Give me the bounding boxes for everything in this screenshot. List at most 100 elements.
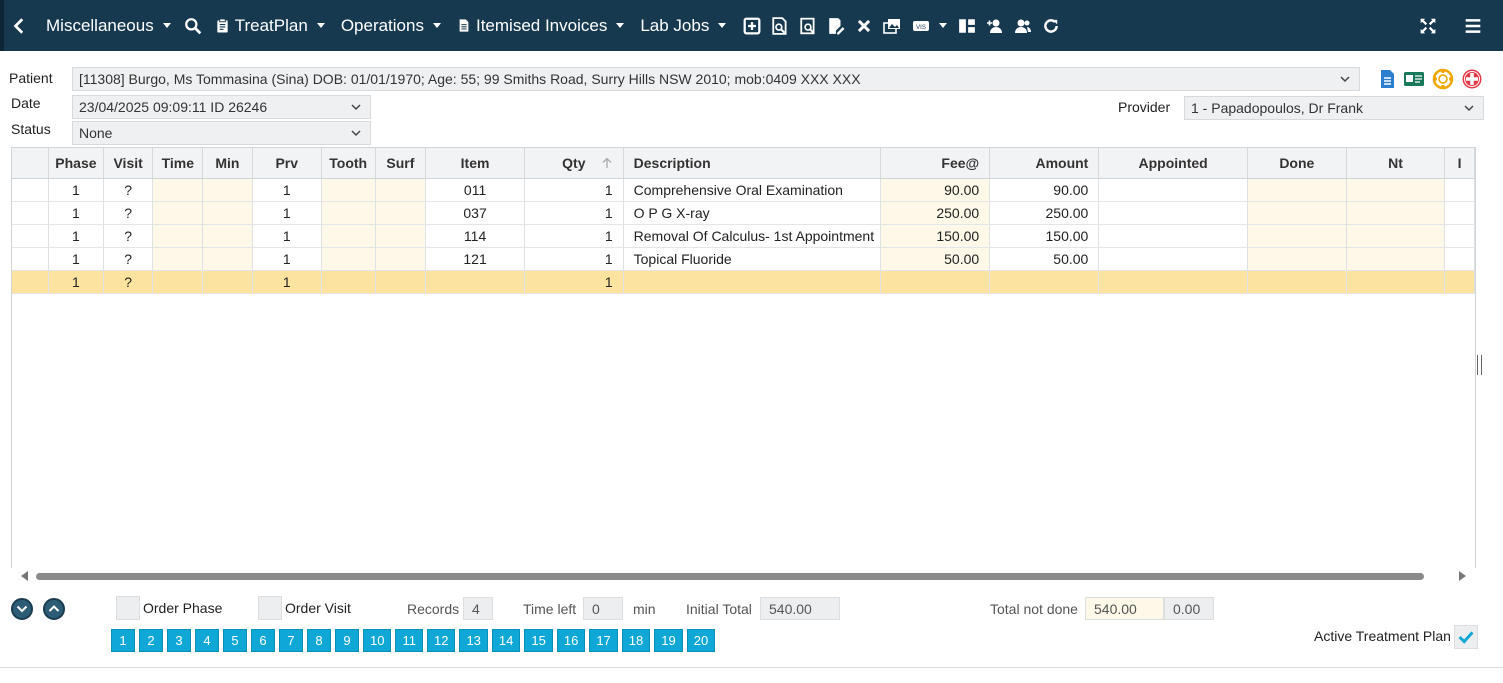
cell-time[interactable] — [152, 270, 204, 294]
fullscreen-icon[interactable] — [1414, 0, 1442, 51]
col-header-nt[interactable]: Nt — [1346, 148, 1446, 179]
col-header-surf[interactable]: Surf — [375, 148, 427, 179]
col-header-select[interactable] — [12, 148, 50, 179]
col-header-amount[interactable]: Amount — [989, 148, 1100, 179]
col-header-phase[interactable]: Phase — [48, 148, 104, 179]
layout-icon[interactable] — [953, 0, 981, 51]
status-select[interactable]: None — [72, 121, 371, 145]
menu-itemised-invoices[interactable]: Itemised Invoices — [449, 0, 632, 51]
cell-tooth[interactable] — [321, 178, 376, 202]
table-row[interactable]: 1 ? 1 121 1 Topical Fluoride 50.00 50.00 — [12, 247, 1475, 271]
page-button-5[interactable]: 5 — [223, 629, 247, 652]
cell-done[interactable] — [1247, 178, 1347, 202]
cell-surf[interactable] — [375, 247, 427, 271]
cell-i[interactable] — [1444, 201, 1475, 225]
cell-description[interactable]: O P G X-ray — [623, 201, 882, 225]
scrollbar-thumb[interactable] — [36, 573, 1424, 580]
cell-amount[interactable]: 150.00 — [989, 224, 1100, 248]
cell-appointed[interactable] — [1098, 201, 1248, 225]
cell-done[interactable] — [1247, 224, 1347, 248]
cell-i[interactable] — [1444, 178, 1475, 202]
cell-min[interactable] — [202, 270, 253, 294]
cell-select[interactable] — [12, 270, 50, 294]
cell-i[interactable] — [1444, 270, 1475, 294]
cell-appointed[interactable] — [1098, 270, 1248, 294]
page-button-14[interactable]: 14 — [491, 629, 521, 652]
table-row-selected[interactable]: 1 ? 1 1 — [12, 270, 1475, 294]
cell-nt[interactable] — [1346, 247, 1446, 271]
cell-item[interactable]: 114 — [425, 224, 525, 248]
cell-time[interactable] — [152, 224, 204, 248]
page-button-12[interactable]: 12 — [426, 629, 456, 652]
order-phase-checkbox[interactable] — [116, 596, 140, 620]
col-header-prv[interactable]: Prv — [252, 148, 322, 179]
cell-min[interactable] — [202, 224, 253, 248]
cell-phase[interactable]: 1 — [48, 178, 104, 202]
page-button-9[interactable]: 9 — [335, 629, 359, 652]
table-row[interactable]: 1 ? 1 037 1 O P G X-ray 250.00 250.00 — [12, 201, 1475, 225]
horizontal-scrollbar[interactable] — [11, 568, 1476, 584]
page-button-13[interactable]: 13 — [459, 629, 488, 652]
cell-amount[interactable] — [989, 270, 1100, 294]
col-header-description[interactable]: Description — [623, 148, 882, 179]
col-header-appointed[interactable]: Appointed — [1098, 148, 1248, 179]
id-card-icon[interactable] — [1403, 68, 1425, 90]
cell-time[interactable] — [152, 201, 204, 225]
cell-time[interactable] — [152, 178, 204, 202]
cell-i[interactable] — [1444, 224, 1475, 248]
scroll-left-icon[interactable] — [21, 571, 29, 581]
cell-fee[interactable]: 90.00 — [880, 178, 991, 202]
page-button-6[interactable]: 6 — [251, 629, 275, 652]
user-add-icon[interactable] — [981, 0, 1009, 51]
cell-visit[interactable]: ? — [103, 270, 154, 294]
cell-done[interactable] — [1247, 201, 1347, 225]
cell-description[interactable]: Removal Of Calculus- 1st Appointment — [623, 224, 882, 248]
cell-nt[interactable] — [1346, 178, 1446, 202]
cell-tooth[interactable] — [321, 270, 376, 294]
cell-item[interactable]: 011 — [425, 178, 525, 202]
cell-fee[interactable]: 50.00 — [880, 247, 991, 271]
cell-qty[interactable]: 1 — [524, 201, 624, 225]
cell-select[interactable] — [12, 201, 50, 225]
page-button-19[interactable]: 19 — [654, 629, 683, 652]
order-visit-checkbox[interactable] — [258, 596, 282, 620]
cell-select[interactable] — [12, 178, 50, 202]
col-header-qty[interactable]: Qty — [524, 148, 624, 179]
cell-phase[interactable]: 1 — [48, 270, 104, 294]
cell-min[interactable] — [202, 178, 253, 202]
scroll-right-icon[interactable] — [1458, 571, 1466, 581]
cell-done[interactable] — [1247, 247, 1347, 271]
page-button-7[interactable]: 7 — [279, 629, 303, 652]
search-icon[interactable] — [179, 0, 207, 51]
cell-select[interactable] — [12, 224, 50, 248]
collapse-up-button[interactable] — [43, 598, 65, 620]
col-header-item[interactable]: Item — [425, 148, 525, 179]
cell-appointed[interactable] — [1098, 224, 1248, 248]
cell-item[interactable]: 121 — [425, 247, 525, 271]
cell-phase[interactable]: 1 — [48, 224, 104, 248]
col-header-time[interactable]: Time — [152, 148, 204, 179]
cell-fee[interactable] — [880, 270, 991, 294]
active-plan-checkbox[interactable] — [1454, 625, 1478, 649]
cell-description[interactable]: Topical Fluoride — [623, 247, 882, 271]
medical-alert-icon[interactable] — [1461, 68, 1483, 90]
cell-nt[interactable] — [1346, 270, 1446, 294]
cell-amount[interactable]: 50.00 — [989, 247, 1100, 271]
page-button-15[interactable]: 15 — [524, 629, 553, 652]
cell-nt[interactable] — [1346, 201, 1446, 225]
refresh-icon[interactable] — [1037, 0, 1065, 51]
cell-description[interactable]: Comprehensive Oral Examination — [623, 178, 882, 202]
images-icon[interactable] — [878, 0, 906, 51]
cell-visit[interactable]: ? — [103, 201, 154, 225]
document-icon[interactable] — [1376, 68, 1398, 90]
hamburger-menu-icon[interactable] — [1459, 0, 1487, 51]
page-button-11[interactable]: 11 — [395, 629, 423, 652]
cell-visit[interactable]: ? — [103, 224, 154, 248]
splitter-handle[interactable] — [1477, 355, 1482, 375]
cell-amount[interactable]: 90.00 — [989, 178, 1100, 202]
cell-surf[interactable] — [375, 201, 427, 225]
menu-lab-jobs[interactable]: Lab Jobs — [632, 0, 734, 51]
cell-item[interactable] — [425, 270, 525, 294]
cell-surf[interactable] — [375, 178, 427, 202]
cell-appointed[interactable] — [1098, 247, 1248, 271]
